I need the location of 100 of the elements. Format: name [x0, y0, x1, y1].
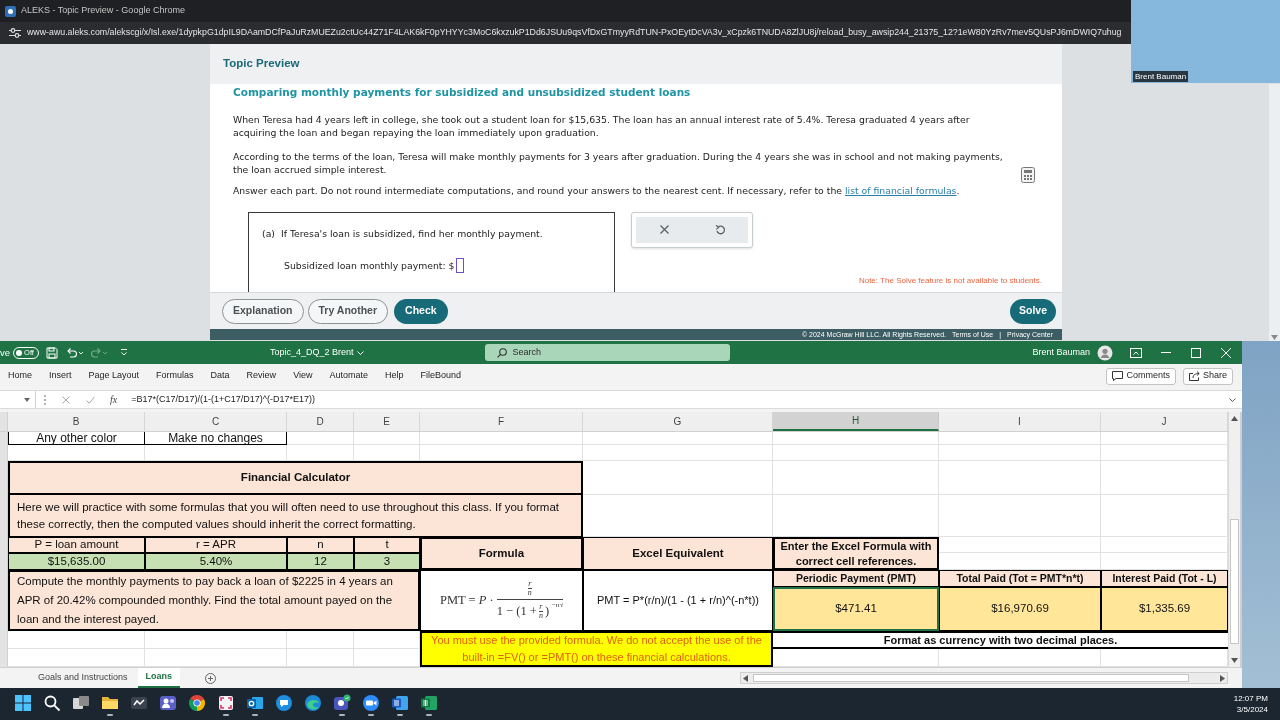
result-value-cell: $1,335.69 [1101, 587, 1228, 631]
folder-icon[interactable] [100, 694, 119, 712]
comments-button[interactable]: Comments [1106, 367, 1176, 385]
maximize-icon[interactable] [1191, 347, 1201, 358]
result-value-cell: $471.41 [773, 587, 939, 631]
user-name: Brent Bauman [1032, 345, 1090, 359]
column-header[interactable]: I [939, 412, 1101, 431]
search-icon [496, 347, 507, 358]
empty-cell [354, 445, 420, 461]
file-name-button[interactable]: Topic_4_DQ_2 Brent [270, 345, 364, 360]
swirl-circle-icon[interactable] [303, 694, 322, 712]
insert-function-button[interactable]: fx [110, 392, 118, 407]
document-tile-icon[interactable] [390, 694, 409, 712]
scrollbar-thumb[interactable] [1230, 519, 1239, 644]
window-title: ALEKS - Topic Preview - Google Chrome [21, 4, 185, 18]
legend-cell: Any other color [8, 432, 145, 445]
start-icon[interactable] [13, 694, 32, 712]
undo-icon [715, 224, 725, 235]
intro-cell: Here we will practice with some formulas that you will often need to use throughout this class. If you format these correctly, then the computed values should inherit the correct formatting. [8, 495, 583, 537]
ribbon-tab[interactable]: Automate [329, 369, 368, 383]
variable-label-cell: n [287, 537, 354, 553]
spreadsheet-tile-icon[interactable] [419, 694, 438, 712]
caret-down-icon[interactable] [24, 397, 30, 402]
chat-bubble-icon[interactable] [274, 694, 293, 712]
ribbon-tab[interactable]: Home [8, 369, 32, 383]
solve-note: Note: The Solve feature is not available to students. [858, 275, 1042, 287]
column-header[interactable]: H [773, 412, 939, 431]
scroll-left-icon[interactable] [743, 674, 748, 682]
task-view-icon[interactable] [71, 694, 90, 712]
video-camera-icon[interactable] [361, 694, 380, 712]
ribbon-tab[interactable]: View [293, 369, 313, 383]
empty-cell [354, 631, 420, 649]
problem-text: When Teresa had 4 years left in college, she took out a student loan for $15,635. The loan has an annual interest rate of 5.4%. Teresa graduated 4 years after acquiring the loan and began repaying the loan immediately upon graduation. [233, 114, 971, 139]
column-header[interactable]: F [420, 412, 583, 431]
ribbon-tab[interactable]: Data [210, 369, 230, 383]
calculator-icon[interactable] [1021, 167, 1035, 183]
ribbon-tab[interactable]: FileBound [420, 369, 462, 383]
people-badge-icon[interactable] [332, 694, 351, 712]
ribbon-tab[interactable]: Page Layout [88, 369, 140, 383]
variable-label-cell: t [354, 537, 420, 553]
undo-icon[interactable] [66, 346, 84, 359]
empty-cell [287, 432, 354, 445]
solve-button[interactable]: Solve [1010, 298, 1056, 324]
ribbon-tab[interactable]: Review [246, 369, 277, 383]
sheet-tab[interactable]: Loans [137, 668, 181, 688]
empty-cell [287, 631, 354, 649]
ribbon-tab[interactable]: Formulas [156, 369, 194, 383]
column-header[interactable]: E [354, 412, 420, 431]
save-icon[interactable] [46, 346, 59, 359]
warning-cell: You must use the provided formula. We do not accept the use of the built-in =FV() or =PMT() on these financial calculations. [420, 631, 773, 667]
empty-cell [287, 445, 354, 461]
explanation-button[interactable]: Explanation [222, 298, 304, 324]
part-label: (a) [262, 226, 275, 241]
variable-value-cell: 3 [354, 553, 420, 570]
try-another-button[interactable]: Try Another [307, 298, 389, 324]
avatar-icon[interactable] [1097, 344, 1113, 361]
check-button[interactable]: Check [394, 298, 448, 324]
drag-handle-icon[interactable] [44, 394, 46, 405]
tri-color-circle-icon[interactable] [187, 694, 206, 712]
variable-value-cell: $15,635.00 [8, 553, 145, 570]
column-header[interactable]: B [8, 412, 145, 431]
answer-field[interactable] [455, 258, 464, 274]
variable-label-cell: r = APR [145, 537, 287, 553]
variable-value-cell: 5.40% [145, 553, 287, 570]
people-tile-icon[interactable] [158, 694, 177, 712]
sheet-tab[interactable]: Goals and Instructions [30, 668, 136, 688]
result-label-cell: Total Paid (Tot = PMT*n*t) [939, 570, 1101, 587]
ribbon-tab[interactable]: Insert [49, 369, 72, 383]
result-label-cell: Periodic Payment (PMT) [773, 570, 939, 587]
expand-icon[interactable] [1229, 397, 1236, 402]
formula-field[interactable]: =B17*(C17/D17)/(1-(1+C17/D17)^(-D17*E17)) [131, 392, 1229, 407]
search-icon[interactable] [42, 694, 61, 712]
ribbon-tab[interactable]: Help [385, 369, 404, 383]
site-info-icon[interactable] [9, 28, 21, 38]
mail-tile-icon[interactable] [245, 694, 264, 712]
column-header[interactable]: C [145, 412, 287, 431]
scribble-tile-icon[interactable] [129, 694, 148, 712]
scroll-right-icon[interactable] [1220, 674, 1225, 682]
column-header[interactable]: D [287, 412, 354, 431]
close-icon[interactable] [1221, 347, 1231, 358]
quick-access-menu-icon[interactable] [120, 348, 129, 357]
calculator-title-cell: Financial Calculator [8, 461, 583, 495]
app-icon [5, 5, 16, 17]
share-icon [1188, 371, 1200, 381]
share-button[interactable]: Share [1182, 367, 1233, 385]
add-sheet-icon[interactable] [205, 672, 217, 684]
result-label-cell: Interest Paid (Tot - L) [1101, 570, 1228, 587]
crop-frame-icon[interactable] [216, 694, 235, 712]
ribbon-display-icon[interactable] [1130, 347, 1142, 358]
participant-name: Brent Bauman [1133, 71, 1189, 82]
search-field[interactable]: Search [484, 344, 730, 361]
format-note-cell: Format as currency with two decimal places. [773, 631, 1228, 649]
toggle-knob [16, 349, 23, 356]
scroll-up-icon[interactable] [1231, 416, 1238, 421]
problem-cell: Compute the monthly payments to pay back a loan of $2225 in 4 years an APR of 20.42% compounded monthly. Find the total amount payed on the loan and the interest payed. [8, 570, 420, 631]
problem-title: Comparing monthly payments for subsidized and unsubsidized student loans [233, 85, 691, 100]
variable-value-cell: 12 [287, 553, 354, 570]
scroll-down-icon[interactable] [1231, 658, 1238, 663]
scrollbar-thumb[interactable] [753, 674, 1189, 682]
comment-icon [1112, 371, 1124, 381]
